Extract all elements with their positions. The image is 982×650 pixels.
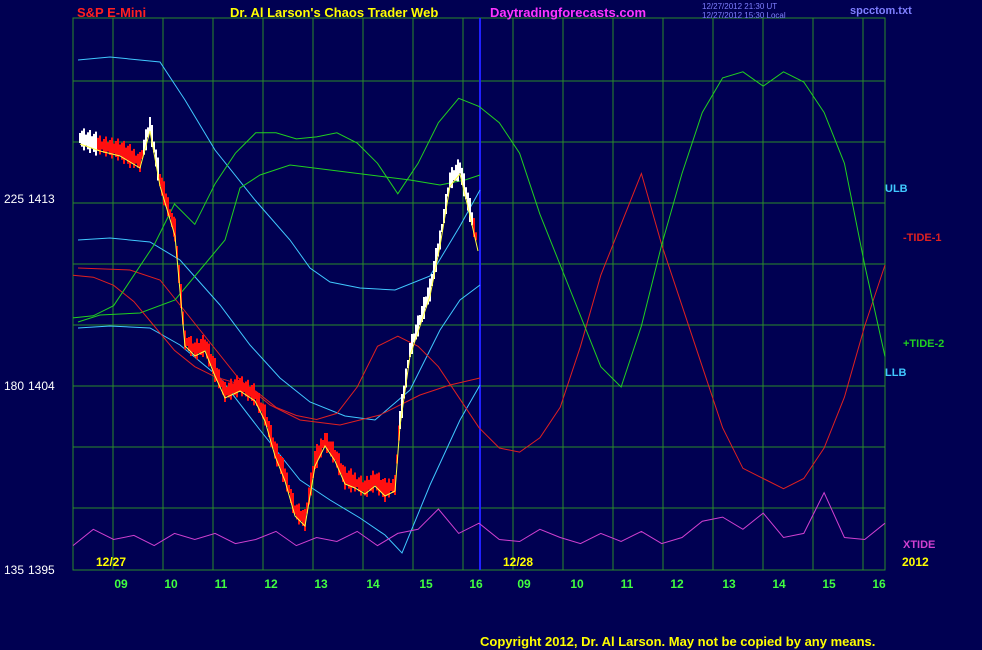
date-label-2: 2012 bbox=[902, 555, 929, 569]
x-tick-15: 16 bbox=[872, 577, 886, 591]
symbol-label: S&P E-Mini bbox=[77, 5, 147, 20]
series-label-3: LLB bbox=[885, 367, 906, 379]
x-tick-5: 14 bbox=[366, 577, 380, 591]
x-tick-2: 11 bbox=[215, 577, 228, 591]
x-tick-8: 09 bbox=[517, 577, 531, 591]
date-label-0: 12/27 bbox=[96, 555, 126, 569]
y-tick-left-0: 225 bbox=[4, 192, 24, 206]
series-label-4: XTIDE bbox=[903, 539, 935, 551]
x-tick-7: 16 bbox=[469, 577, 483, 591]
date-label-1: 12/28 bbox=[503, 555, 533, 569]
y-tick-right-1: 1404 bbox=[28, 379, 55, 393]
x-tick-12: 13 bbox=[722, 577, 736, 591]
x-tick-10: 11 bbox=[621, 577, 634, 591]
y-tick-left-1: 180 bbox=[4, 379, 24, 393]
x-tick-9: 10 bbox=[570, 577, 584, 591]
x-tick-14: 15 bbox=[822, 577, 836, 591]
left-green-band bbox=[77, 164, 481, 323]
x-tick-6: 15 bbox=[419, 577, 433, 591]
y-tick-left-2: 135 bbox=[4, 563, 24, 577]
x-tick-11: 12 bbox=[670, 577, 684, 591]
series-label-0: ULB bbox=[885, 183, 908, 195]
time-ut: 12/27/2012 21:30 UT bbox=[702, 2, 778, 11]
series-label-1: -TIDE-1 bbox=[903, 232, 942, 244]
x-tick-13: 14 bbox=[772, 577, 786, 591]
time-local: 12/27/2012 15:30 Local bbox=[702, 11, 786, 20]
y-tick-right-0: 1413 bbox=[28, 192, 55, 206]
x-tick-3: 12 bbox=[264, 577, 278, 591]
site-link[interactable]: Daytradingforecasts.com bbox=[490, 5, 646, 20]
x-tick-4: 13 bbox=[314, 577, 328, 591]
mid-band bbox=[77, 237, 481, 421]
chart-title: Dr. Al Larson's Chaos Trader Web bbox=[230, 5, 439, 20]
upper-band bbox=[77, 56, 481, 291]
x-tick-1: 10 bbox=[164, 577, 178, 591]
left-red-band bbox=[77, 267, 481, 426]
file-name: spcctom.txt bbox=[850, 5, 912, 17]
x-tick-0: 09 bbox=[114, 577, 128, 591]
series-label-2: +TIDE-2 bbox=[903, 338, 944, 350]
chart: 225 1413180 1404135 139509 10 11 12 13 14 15 16 09 1… bbox=[4, 17, 944, 591]
copyright: Copyright 2012, Dr. Al Larson. May not b… bbox=[480, 634, 876, 649]
lower-band bbox=[77, 325, 481, 554]
y-tick-right-2: 1395 bbox=[28, 563, 55, 577]
